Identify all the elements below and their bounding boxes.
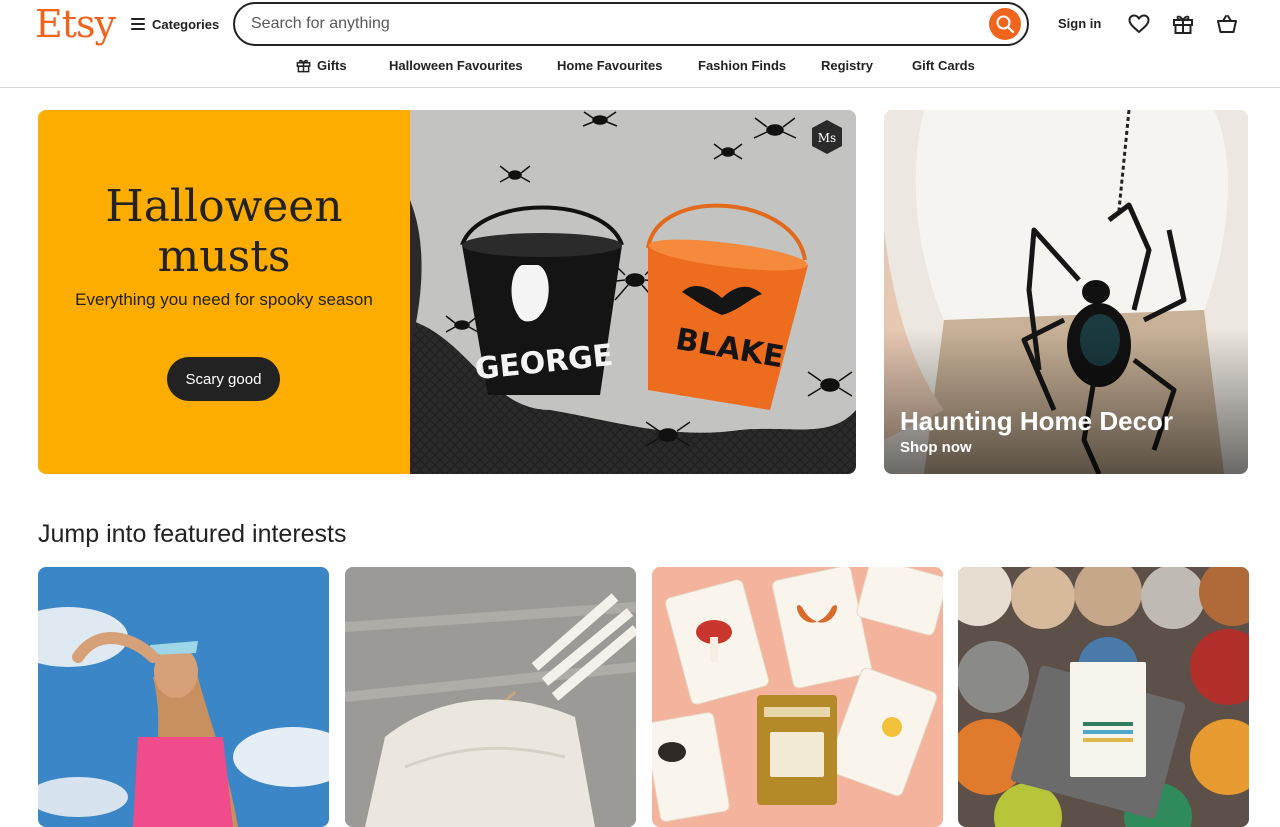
- hero-text-panel: Halloween musts Everything you need for …: [38, 110, 410, 474]
- haunting-home-decor-promo[interactable]: Haunting Home Decor Shop now: [884, 110, 1248, 474]
- shop-now-link[interactable]: Shop now: [900, 439, 972, 456]
- athlete-image: [38, 567, 329, 827]
- categories-label: Categories: [152, 16, 220, 32]
- featured-interests-title: Jump into featured interests: [38, 520, 347, 548]
- site-header: Etsy Categories Sign in: [0, 0, 1280, 88]
- categories-button[interactable]: Categories: [131, 12, 219, 36]
- basket-icon: [1217, 15, 1237, 33]
- nav-fashion-finds[interactable]: Fashion Finds: [698, 58, 786, 73]
- nav-gift-cards[interactable]: Gift Cards: [912, 58, 975, 73]
- nav-gifts[interactable]: Gifts: [296, 58, 347, 73]
- search-icon: [996, 15, 1015, 34]
- featured-card-2[interactable]: [345, 567, 636, 827]
- featured-card-1[interactable]: [38, 567, 329, 827]
- favourites-button[interactable]: [1127, 12, 1151, 36]
- search-input[interactable]: [251, 13, 951, 35]
- nav-home-favourites[interactable]: Home Favourites: [557, 58, 662, 73]
- promo-title: Haunting Home Decor: [900, 406, 1174, 436]
- hero-title: Halloween musts: [105, 181, 343, 282]
- scary-good-button[interactable]: Scary good: [167, 357, 280, 401]
- halloween-buckets-image: Ms GEORGE BLAKE: [410, 110, 856, 474]
- etsy-logo[interactable]: Etsy: [35, 2, 116, 46]
- cart-button[interactable]: [1215, 12, 1239, 36]
- nav-registry[interactable]: Registry: [821, 58, 873, 73]
- buckets-illustration: Ms GEORGE BLAKE: [410, 110, 856, 474]
- featured-card-3[interactable]: [652, 567, 943, 827]
- hero-subtitle: Everything you need for spooky season: [75, 290, 373, 309]
- arrows-image: [345, 567, 636, 827]
- featured-card-4[interactable]: [958, 567, 1249, 827]
- search-button[interactable]: [989, 8, 1021, 40]
- menu-icon: [131, 18, 145, 30]
- heart-icon: [1128, 14, 1150, 33]
- nav-gifts-label: Gifts: [317, 58, 347, 73]
- gift-button[interactable]: [1171, 12, 1195, 36]
- sign-in-link[interactable]: Sign in: [1058, 16, 1101, 31]
- search-bar: [233, 2, 1029, 46]
- gift-icon: [296, 59, 311, 73]
- svg-text:Ms: Ms: [818, 131, 836, 145]
- category-nav: Gifts Halloween Favourites Home Favourit…: [0, 58, 1280, 76]
- wool-roving-image: [958, 567, 1249, 827]
- nav-halloween-favourites[interactable]: Halloween Favourites: [389, 58, 523, 73]
- gift-icon: [1173, 15, 1193, 34]
- hero-banner[interactable]: Halloween musts Everything you need for …: [38, 110, 856, 474]
- playing-cards-image: [652, 567, 943, 827]
